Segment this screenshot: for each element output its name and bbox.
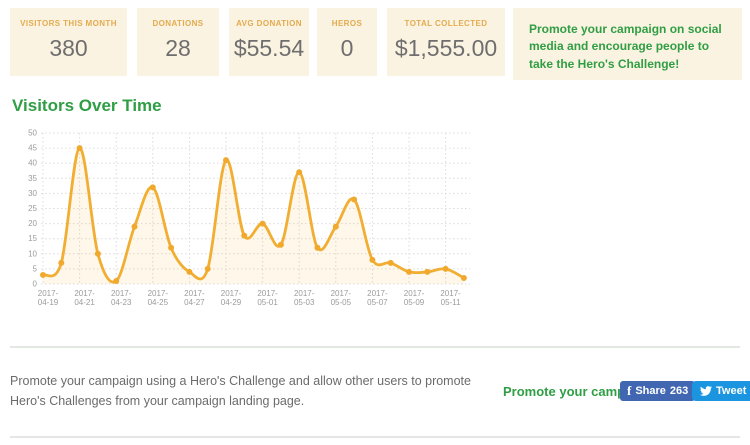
stat-card-visitors-this-month: VISITORS THIS MONTH 380 — [10, 8, 127, 76]
svg-text:2017-04-23: 2017-04-23 — [111, 289, 132, 307]
svg-text:45: 45 — [28, 144, 37, 153]
stat-label: VISITORS THIS MONTH — [20, 19, 117, 28]
facebook-share-label: Share — [635, 385, 666, 397]
stat-card-avg-donation: AVG DONATION $55.54 — [229, 8, 309, 76]
tweet-label: Tweet — [716, 385, 747, 397]
footer-description: Promote your campaign using a Hero's Cha… — [10, 374, 471, 408]
stat-card-donations: DONATIONS 28 — [137, 8, 219, 76]
visitors-over-time-chart: 0 5 10 15 20 25 30 35 40 45 50 2017-04-19 2017-04-21… — [13, 128, 478, 310]
stat-label: HEROS — [331, 19, 363, 28]
svg-text:2017-05-05: 2017-05-05 — [331, 289, 352, 307]
svg-text:0: 0 — [33, 280, 38, 289]
svg-text:2017-04-27: 2017-04-27 — [184, 289, 205, 307]
bottom-divider — [10, 436, 740, 438]
stat-value: $55.54 — [233, 35, 305, 61]
svg-text:2017-05-09: 2017-05-09 — [404, 289, 425, 307]
stat-value: 0 — [340, 35, 354, 61]
svg-text:5: 5 — [33, 264, 38, 273]
svg-text:2017-05-03: 2017-05-03 — [294, 289, 315, 307]
stat-label: AVG DONATION — [236, 19, 302, 28]
svg-text:20: 20 — [28, 219, 37, 228]
stat-value: 380 — [49, 35, 88, 61]
twitter-bird-icon — [700, 386, 712, 396]
svg-text:2017-05-01: 2017-05-01 — [257, 289, 278, 307]
section-divider — [10, 346, 740, 348]
stat-label: TOTAL COLLECTED — [404, 19, 488, 28]
stat-label: DONATIONS — [152, 19, 204, 28]
svg-text:2017-04-19: 2017-04-19 — [38, 289, 59, 307]
campaign-dashboard: VISITORS THIS MONTH 380 DONATIONS 28 AVG… — [0, 0, 750, 445]
promo-callout-box: Promote your campaign on social media an… — [513, 8, 742, 80]
chart-title: Visitors Over Time — [12, 96, 162, 115]
promo-callout-text: Promote your campaign on social media an… — [529, 22, 722, 71]
facebook-share-button[interactable]: f Share 263 — [620, 381, 696, 401]
svg-text:50: 50 — [28, 129, 37, 138]
svg-text:2017-05-07: 2017-05-07 — [367, 289, 388, 307]
svg-text:40: 40 — [28, 159, 37, 168]
svg-text:2017-04-21: 2017-04-21 — [74, 289, 95, 307]
svg-text:2017-04-25: 2017-04-25 — [148, 289, 169, 307]
svg-text:25: 25 — [28, 204, 37, 213]
tweet-button[interactable]: Tweet — [692, 381, 750, 401]
facebook-share-count: 263 — [669, 385, 689, 397]
svg-text:2017-05-11: 2017-05-11 — [440, 289, 461, 307]
svg-text:15: 15 — [28, 234, 37, 243]
facebook-icon: f — [627, 383, 632, 398]
stat-card-heros: HEROS 0 — [317, 8, 377, 76]
line-chart-svg: 0 5 10 15 20 25 30 35 40 45 50 2017-04-19 2017-04-21… — [28, 129, 470, 307]
svg-text:35: 35 — [28, 174, 37, 183]
stat-value: $1,555.00 — [394, 35, 498, 61]
stat-value: 28 — [165, 35, 191, 61]
stat-card-total-collected: TOTAL COLLECTED $1,555.00 — [387, 8, 505, 76]
svg-text:30: 30 — [28, 189, 37, 198]
svg-text:2017-04-29: 2017-04-29 — [221, 289, 242, 307]
svg-text:10: 10 — [28, 249, 37, 258]
